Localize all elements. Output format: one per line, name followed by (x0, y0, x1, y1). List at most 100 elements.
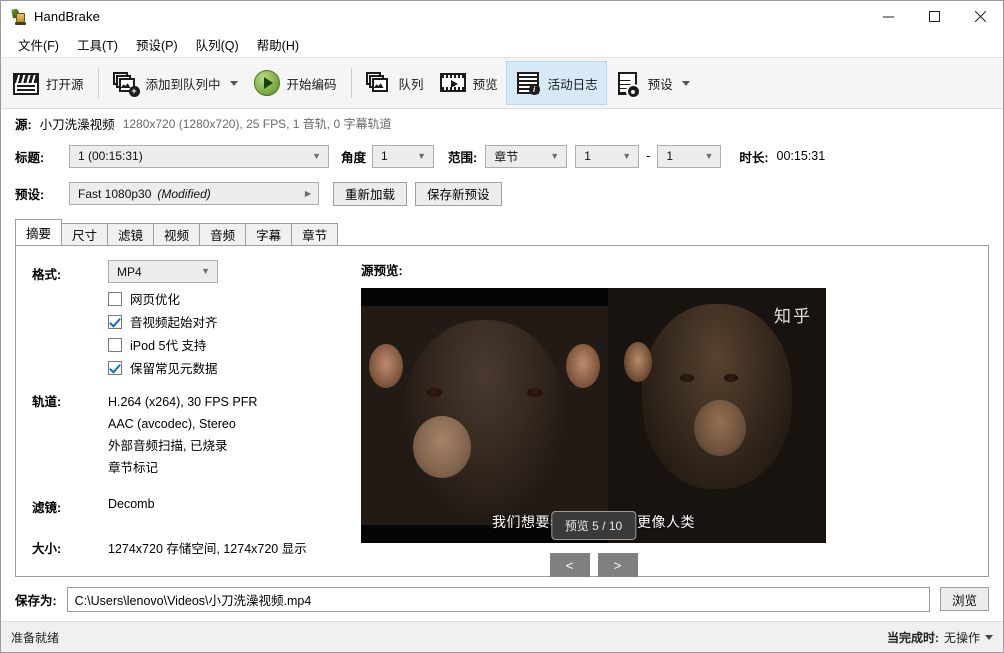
summary-panel: 格式: MP4 ▼ 网页优化 音视频起始对齐 iPod 5代 支持 保留常 (15, 245, 989, 577)
minimize-icon (883, 11, 894, 22)
window-title: HandBrake (34, 9, 100, 24)
checkbox-box (108, 338, 122, 352)
size-value: 1274x720 存储空间, 1274x720 显示 (108, 538, 307, 557)
range-dash: - (646, 149, 650, 163)
activity-log-button[interactable]: i 活动日志 (506, 61, 607, 105)
source-meta: 1280x720 (1280x720), 25 FPS, 1 音轨, 0 字幕轨… (123, 115, 392, 132)
tab-dimensions[interactable]: 尺寸 (61, 223, 108, 245)
preview-prev-button[interactable]: < (550, 553, 590, 577)
tracks-section: 轨道: H.264 (x264), 30 FPS PFR AAC (avcode… (32, 391, 361, 479)
clapperboard-icon (13, 73, 39, 95)
angle-value: 1 (381, 149, 388, 163)
title-bar: HandBrake (1, 1, 1003, 32)
filters-label: 滤镜: (32, 497, 108, 516)
format-field: 格式: MP4 ▼ (32, 260, 361, 283)
menu-queue[interactable]: 队列(Q) (187, 32, 248, 58)
minimize-button[interactable] (865, 1, 911, 32)
checkbox-align-av-start[interactable]: 音视频起始对齐 (108, 310, 361, 333)
format-dropdown[interactable]: MP4 ▼ (108, 260, 218, 283)
menu-presets[interactable]: 预设(P) (127, 32, 187, 58)
range-value: 章节 (494, 148, 518, 165)
tab-video[interactable]: 视频 (153, 223, 200, 245)
add-to-queue-button[interactable]: + 添加到队列中 (105, 61, 246, 105)
preset-modified-flag: (Modified) (157, 187, 210, 201)
handbrake-window: HandBrake 文件(F) 工具(T) 预设(P) 队列(Q) 帮助(H) … (0, 0, 1004, 653)
reload-preset-button[interactable]: 重新加载 (333, 182, 407, 206)
preview-icon (440, 70, 466, 96)
tab-subtitles[interactable]: 字幕 (245, 223, 292, 245)
add-to-queue-label: 添加到队列中 (146, 74, 221, 93)
toolbar-separator-2 (351, 68, 352, 98)
maximize-icon (929, 11, 940, 22)
save-new-preset-button[interactable]: 保存新预设 (415, 182, 502, 206)
preset-label: 预设: (15, 184, 69, 203)
output-path-input[interactable]: C:\Users\lenovo\Videos\小刀洗澡视频.mp4 (67, 587, 930, 612)
duration-value: 00:15:31 (777, 149, 826, 163)
menu-file[interactable]: 文件(F) (9, 32, 68, 58)
preview-next-button[interactable]: > (598, 553, 638, 577)
tab-audio[interactable]: 音频 (199, 223, 246, 245)
presets-label: 预设 (648, 74, 673, 93)
chevron-down-icon[interactable] (985, 635, 993, 640)
tab-strip: 摘要 尺寸 滤镜 视频 音频 字幕 章节 (1, 219, 1003, 245)
when-done-control[interactable]: 当完成时: 无操作 (887, 629, 993, 646)
close-button[interactable] (957, 1, 1003, 32)
menu-bar: 文件(F) 工具(T) 预设(P) 队列(Q) 帮助(H) (1, 32, 1003, 57)
tab-chapters[interactable]: 章节 (291, 223, 338, 245)
maximize-button[interactable] (911, 1, 957, 32)
track-item: H.264 (x264), 30 FPS PFR (108, 391, 257, 413)
source-row: 源: 小刀洗澡视频 1280x720 (1280x720), 25 FPS, 1… (1, 109, 1003, 137)
menu-help[interactable]: 帮助(H) (248, 32, 308, 58)
source-name: 小刀洗澡视频 (40, 114, 115, 133)
open-source-label: 打开源 (46, 74, 84, 93)
range-label: 范围: (448, 147, 477, 166)
tab-summary[interactable]: 摘要 (15, 219, 62, 245)
chevron-down-icon[interactable] (682, 81, 690, 86)
chapter-start-value: 1 (584, 149, 591, 163)
title-dropdown[interactable]: 1 (00:15:31) ▼ (69, 145, 329, 168)
format-value: MP4 (117, 265, 142, 279)
title-label: 标题: (15, 147, 69, 166)
tab-filters[interactable]: 滤镜 (107, 223, 154, 245)
chevron-right-icon: ▶ (305, 190, 311, 198)
add-to-queue-icon: + (113, 70, 139, 96)
menu-tools[interactable]: 工具(T) (68, 32, 127, 58)
browse-button[interactable]: 浏览 (940, 587, 989, 611)
angle-dropdown[interactable]: 1 ▼ (372, 145, 434, 168)
preview-button[interactable]: 预览 (432, 61, 506, 105)
presets-button[interactable]: 预设 (607, 61, 698, 105)
duration-label: 时长: (739, 147, 768, 166)
source-label: 源: (15, 114, 32, 133)
chapter-start-dropdown[interactable]: 1 ▼ (575, 145, 639, 168)
start-encode-button[interactable]: 开始编码 (246, 61, 345, 105)
title-row: 标题: 1 (00:15:31) ▼ 角度 1 ▼ 范围: 章节 ▼ 1 ▼ -… (1, 137, 1003, 175)
preview-column: 源预览: 知乎 我们想要表现的比以列更像人类 预览 5 / 10 (361, 246, 988, 576)
preview-label: 预览 (473, 74, 498, 93)
toolbar-separator-1 (98, 68, 99, 98)
checkbox-box (108, 315, 122, 329)
save-as-label: 保存为: (15, 590, 57, 609)
preset-dropdown[interactable]: Fast 1080p30 (Modified) ▶ (69, 182, 319, 205)
queue-label: 队列 (399, 74, 424, 93)
checkbox-label: iPod 5代 支持 (130, 335, 206, 354)
checkbox-box (108, 361, 122, 375)
chapter-end-dropdown[interactable]: 1 ▼ (657, 145, 721, 168)
open-source-button[interactable]: 打开源 (5, 61, 92, 105)
save-as-row: 保存为: C:\Users\lenovo\Videos\小刀洗澡视频.mp4 浏… (1, 577, 1003, 621)
range-dropdown[interactable]: 章节 ▼ (485, 145, 567, 168)
format-label: 格式: (32, 260, 108, 283)
play-icon (254, 70, 280, 96)
checkbox-preserve-metadata[interactable]: 保留常见元数据 (108, 356, 361, 379)
size-section: 大小: 1274x720 存储空间, 1274x720 显示 (32, 538, 361, 557)
chevron-down-icon: ▼ (550, 152, 559, 161)
checkbox-label: 网页优化 (130, 289, 180, 308)
window-controls (865, 1, 1003, 32)
queue-button[interactable]: 队列 (358, 61, 432, 105)
when-done-value: 无操作 (944, 629, 980, 646)
preview-navigation: < > (361, 553, 826, 577)
checkbox-ipod-5g-support[interactable]: iPod 5代 支持 (108, 333, 361, 356)
source-preview-image[interactable]: 知乎 我们想要表现的比以列更像人类 预览 5 / 10 (361, 288, 826, 543)
size-label: 大小: (32, 538, 108, 557)
chevron-down-icon[interactable] (230, 81, 238, 86)
checkbox-web-optimized[interactable]: 网页优化 (108, 287, 361, 310)
